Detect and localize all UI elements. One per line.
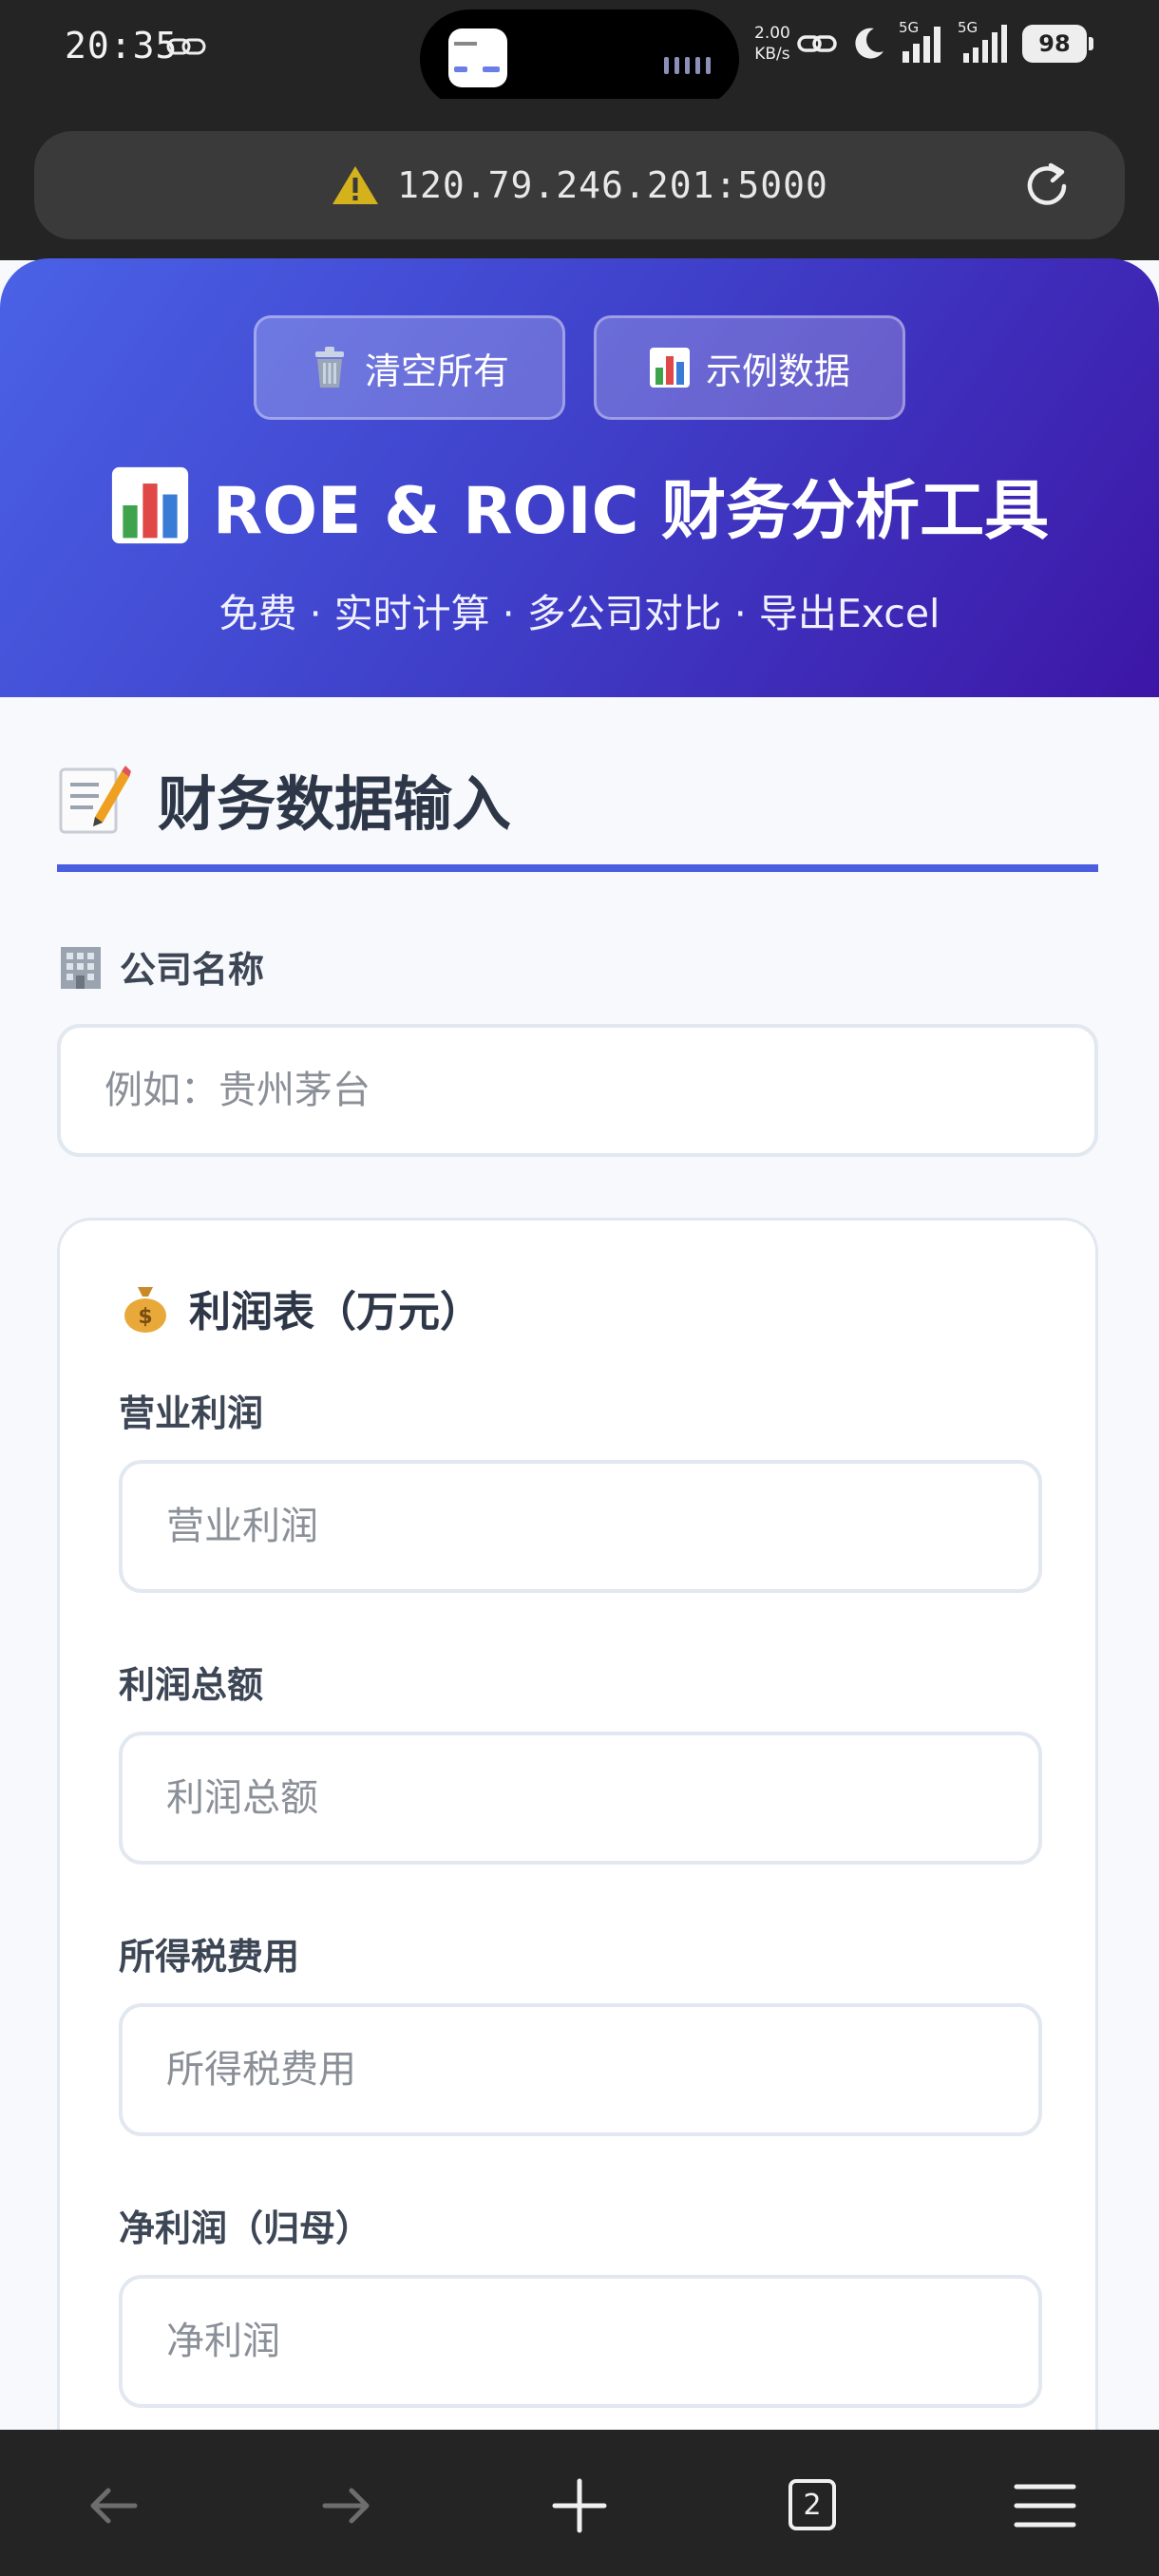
money-bag-icon: $ [124, 1287, 166, 1333]
menu-icon[interactable] [1007, 2468, 1083, 2544]
moon-icon [855, 28, 884, 59]
url-text[interactable]: 120.79.246.201:5000 [397, 164, 828, 206]
page-title-text: ROE & ROIC 财务分析工具 [212, 474, 1050, 549]
battery-level: 98 [1038, 30, 1071, 57]
bar-chart-icon [111, 466, 188, 543]
field-label-text: 净利润（归母） [119, 2207, 372, 2249]
memo-icon [59, 766, 131, 834]
income-statement-title: $ 利润表（万元） [119, 1278, 482, 1338]
income-statement-title-text: 利润表（万元） [189, 1288, 482, 1336]
operating-profit-input[interactable] [119, 1460, 1042, 1593]
signal-icon-1: 5G [899, 19, 946, 65]
reload-icon[interactable] [1020, 160, 1074, 213]
section-divider [57, 864, 1098, 872]
field-label-income-tax: 所得税费用 [119, 1927, 299, 1979]
net-profit-input[interactable] [119, 2275, 1042, 2408]
sample-data-button[interactable]: 示例数据 [594, 315, 905, 420]
tabs-button[interactable]: 2 [773, 2468, 849, 2544]
back-arrow-icon[interactable] [76, 2468, 152, 2544]
sample-data-label: 示例数据 [705, 350, 850, 392]
company-name-input[interactable] [57, 1024, 1098, 1157]
svg-text:$: $ [138, 1305, 152, 1329]
tab-count: 2 [803, 2488, 822, 2522]
status-icons: 5G 5G 98 [796, 19, 1093, 65]
field-label-text: 利润总额 [119, 1664, 264, 1706]
address-bar[interactable]: 120.79.246.201:5000 [34, 131, 1125, 239]
clear-all-label: 清空所有 [364, 350, 509, 392]
signal-icon-2: 5G [958, 19, 1011, 65]
company-name-label: 公司名称 [57, 940, 264, 993]
section-title: 财务数据输入 [158, 769, 512, 839]
activity-indicator-icon [664, 57, 711, 74]
field-label-total-profit: 利润总额 [119, 1656, 263, 1708]
page-subtitle: 免费 · 实时计算 · 多公司对比 · 导出Excel [218, 591, 940, 636]
network-speed: 2.00 KB/s [754, 23, 790, 65]
total-profit-input[interactable] [119, 1732, 1042, 1865]
field-label-text: 营业利润 [119, 1392, 264, 1434]
browser-bottom-nav: 2 [0, 2430, 1159, 2576]
income-statement-card: $ 利润表（万元） 营业利润 利润总额 所得税费用 净利润（归母） [57, 1218, 1098, 2548]
income-tax-input[interactable] [119, 2003, 1042, 2136]
link-icon [166, 38, 206, 55]
net-speed-value: 2.00 [754, 24, 790, 43]
header-actions: 清空所有 示例数据 [0, 315, 1159, 420]
dynamic-island [420, 9, 739, 108]
warning-icon[interactable] [331, 163, 380, 207]
forward-arrow-icon[interactable] [308, 2468, 384, 2544]
page-title: ROE & ROIC 财务分析工具 [0, 458, 1159, 552]
section-header: 财务数据输入 [57, 756, 511, 842]
app-header: 清空所有 示例数据 ROE & ROIC 财务分析工具 免费 · 实时计算 · … [0, 258, 1159, 697]
new-tab-plus-icon[interactable] [542, 2468, 618, 2544]
network-type-1: 5G [899, 19, 920, 36]
app-thumbnail-icon [448, 28, 507, 87]
status-bar: 20:35 2.00 KB/s 5G 5G 98 [0, 0, 1159, 108]
status-time: 20:35 [65, 25, 179, 66]
company-name-label-text: 公司名称 [120, 949, 265, 991]
hotspot-link-icon [797, 35, 837, 52]
main-content: 财务数据输入 公司名称 $ [0, 697, 1159, 2548]
office-building-icon [61, 946, 101, 989]
field-label-operating-profit: 营业利润 [119, 1384, 263, 1436]
bar-chart-icon [649, 348, 690, 388]
tab-count-badge: 2 [788, 2479, 836, 2530]
network-type-2: 5G [958, 19, 978, 36]
clear-all-button[interactable]: 清空所有 [254, 315, 565, 420]
browser-page: 20:35 2.00 KB/s 5G 5G 98 120.79.246.201:… [0, 0, 1159, 2576]
browser-toolbar: 120.79.246.201:5000 [0, 99, 1159, 260]
net-speed-unit: KB/s [754, 45, 790, 64]
field-label-text: 所得税费用 [119, 1936, 300, 1978]
battery-indicator: 98 [1022, 25, 1093, 63]
trash-icon [314, 347, 344, 388]
field-label-net-profit: 净利润（归母） [119, 2199, 371, 2251]
